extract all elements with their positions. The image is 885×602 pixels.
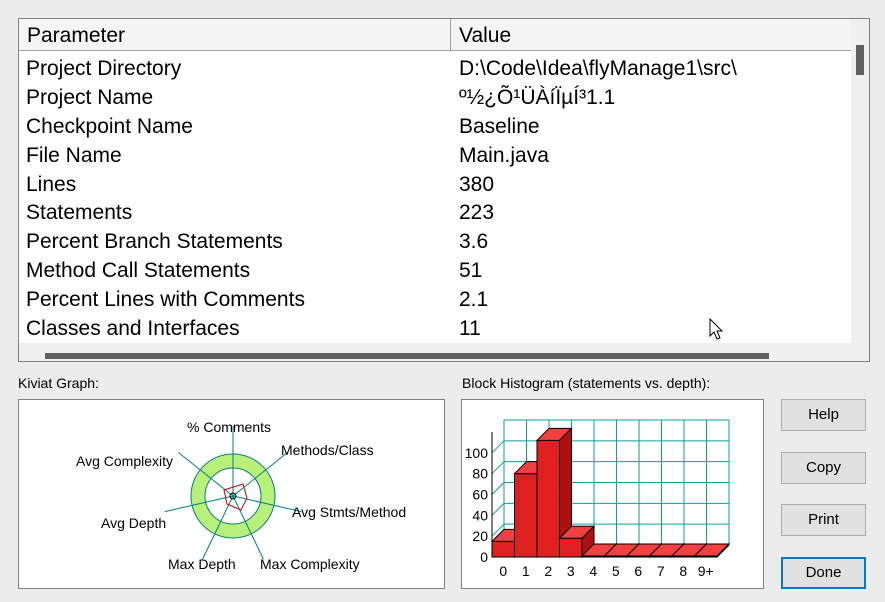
- parameter-cell: Percent Branch Statements: [26, 230, 283, 254]
- kiviat-axis-label: Avg Complexity: [76, 453, 173, 469]
- done-button[interactable]: Done: [781, 557, 866, 589]
- table-row[interactable]: File Name Main.java: [19, 141, 851, 170]
- column-header-value[interactable]: Value: [451, 19, 851, 50]
- vertical-scrollbar[interactable]: [851, 19, 869, 343]
- histogram-x-tick-label: 0: [499, 563, 507, 579]
- histogram-gridline-side: [491, 440, 505, 454]
- histogram-x-tick-label: 8: [679, 563, 687, 579]
- histogram-gridline-side: [491, 461, 505, 475]
- parameter-cell: Percent Lines with Comments: [26, 288, 305, 312]
- histogram-y-tick-label: 60: [472, 487, 488, 503]
- histogram-panel: 0 20 40 60 80 100 0 1 2 3 4 5 6 7 8 9+: [461, 399, 764, 589]
- kiviat-axis-label: % Comments: [187, 419, 271, 435]
- kiviat-graph: % Comments Methods/Class Avg Stmts/Metho…: [76, 419, 406, 572]
- histogram-bar: [559, 537, 583, 558]
- metrics-grid[interactable]: Parameter Value Project Directory D:\Code…: [18, 18, 870, 362]
- table-row[interactable]: Classes and Interfaces 11: [19, 314, 851, 343]
- kiviat-axis-label: Methods/Class: [281, 442, 374, 458]
- histogram-bar: [514, 473, 538, 558]
- table-row[interactable]: Project Name º½¿Õ¹ÜÀíÏµÍ³1.1: [19, 83, 851, 112]
- histogram-bar: [536, 439, 560, 558]
- table-row[interactable]: Project Directory D:\Code\Idea\flyManage1…: [19, 54, 851, 83]
- histogram-bar: [491, 540, 515, 558]
- column-header-parameter[interactable]: Parameter: [19, 19, 451, 50]
- grid-body: Project Directory D:\Code\Idea\flyManage1…: [19, 54, 851, 343]
- parameter-cell: Method Call Statements: [26, 259, 251, 283]
- histogram-x-tick-label: 2: [544, 563, 552, 579]
- histogram-x-tick-label: 1: [522, 563, 530, 579]
- histogram-y-tick-label: 80: [472, 466, 488, 482]
- horizontal-scrollbar[interactable]: [19, 343, 869, 361]
- parameter-cell: Statements: [26, 201, 133, 225]
- histogram-y-tick-label: 40: [472, 507, 488, 523]
- value-cell: 223: [459, 201, 495, 225]
- table-row[interactable]: Method Call Statements 51: [19, 256, 851, 285]
- parameter-cell: Project Name: [26, 85, 154, 109]
- value-cell: Main.java: [459, 143, 549, 167]
- copy-button[interactable]: Copy: [781, 452, 866, 484]
- value-cell: Baseline: [459, 114, 540, 138]
- kiviat-axis-label: Max Depth: [168, 556, 236, 572]
- value-cell: º½¿Õ¹ÜÀíÏµÍ³1.1: [459, 85, 616, 109]
- histogram-x-tick-label: 7: [657, 563, 665, 579]
- value-cell: D:\Code\Idea\flyManage1\src\: [459, 57, 737, 80]
- parameter-cell: Lines: [26, 172, 77, 196]
- table-row[interactable]: Percent Lines with Comments 2.1: [19, 285, 851, 314]
- value-cell: 11: [459, 317, 481, 341]
- histogram-x-tick-label: 6: [634, 563, 642, 579]
- print-button[interactable]: Print: [781, 504, 866, 536]
- table-row[interactable]: Checkpoint Name Baseline: [19, 112, 851, 141]
- histogram-x-tick-label: 3: [567, 563, 575, 579]
- grid-header: Parameter Value: [19, 19, 851, 51]
- table-row[interactable]: Lines 380: [19, 170, 851, 199]
- vertical-scrollbar-thumb[interactable]: [856, 45, 864, 75]
- help-button[interactable]: Help: [781, 399, 866, 431]
- value-cell: 2.1: [459, 288, 489, 312]
- histogram-gridline-side: [491, 502, 505, 516]
- histogram-y-tick-label: 100: [465, 445, 489, 461]
- histogram-gridline-side: [491, 482, 505, 495]
- block-histogram-chart: 0204060801000 1 2 3 4 5 6 7 8 9+: [465, 419, 731, 579]
- kiviat-graph-label: Kiviat Graph:: [18, 375, 99, 391]
- parameter-cell: Checkpoint Name: [26, 114, 193, 138]
- parameter-cell: File Name: [26, 143, 122, 167]
- histogram-x-tick-label: 5: [612, 563, 620, 579]
- table-row[interactable]: Percent Branch Statements 3.6: [19, 227, 851, 256]
- histogram-x-tick-label: 4: [589, 563, 597, 579]
- kiviat-axis-label: Avg Stmts/Method: [292, 504, 406, 520]
- histogram-y-tick-label: 0: [480, 549, 488, 565]
- kiviat-axis-label: Max Complexity: [260, 556, 360, 572]
- parameter-cell: Project Directory: [26, 57, 182, 80]
- value-cell: 3.6: [459, 230, 489, 254]
- value-cell: 380: [459, 172, 495, 196]
- histogram-x-tick-label: 9+: [698, 563, 714, 579]
- histogram-y-tick-label: 20: [472, 528, 488, 544]
- histogram-label: Block Histogram (statements vs. depth):: [462, 375, 711, 391]
- kiviat-graph-panel: % Comments Methods/Class Avg Stmts/Metho…: [18, 399, 445, 589]
- table-row[interactable]: Statements 223: [19, 198, 851, 227]
- horizontal-scrollbar-thumb[interactable]: [45, 353, 769, 359]
- kiviat-axis-label: Avg Depth: [101, 515, 166, 531]
- mouse-cursor-icon: [709, 318, 724, 340]
- value-cell: 51: [459, 259, 483, 283]
- parameter-cell: Classes and Interfaces: [26, 317, 240, 341]
